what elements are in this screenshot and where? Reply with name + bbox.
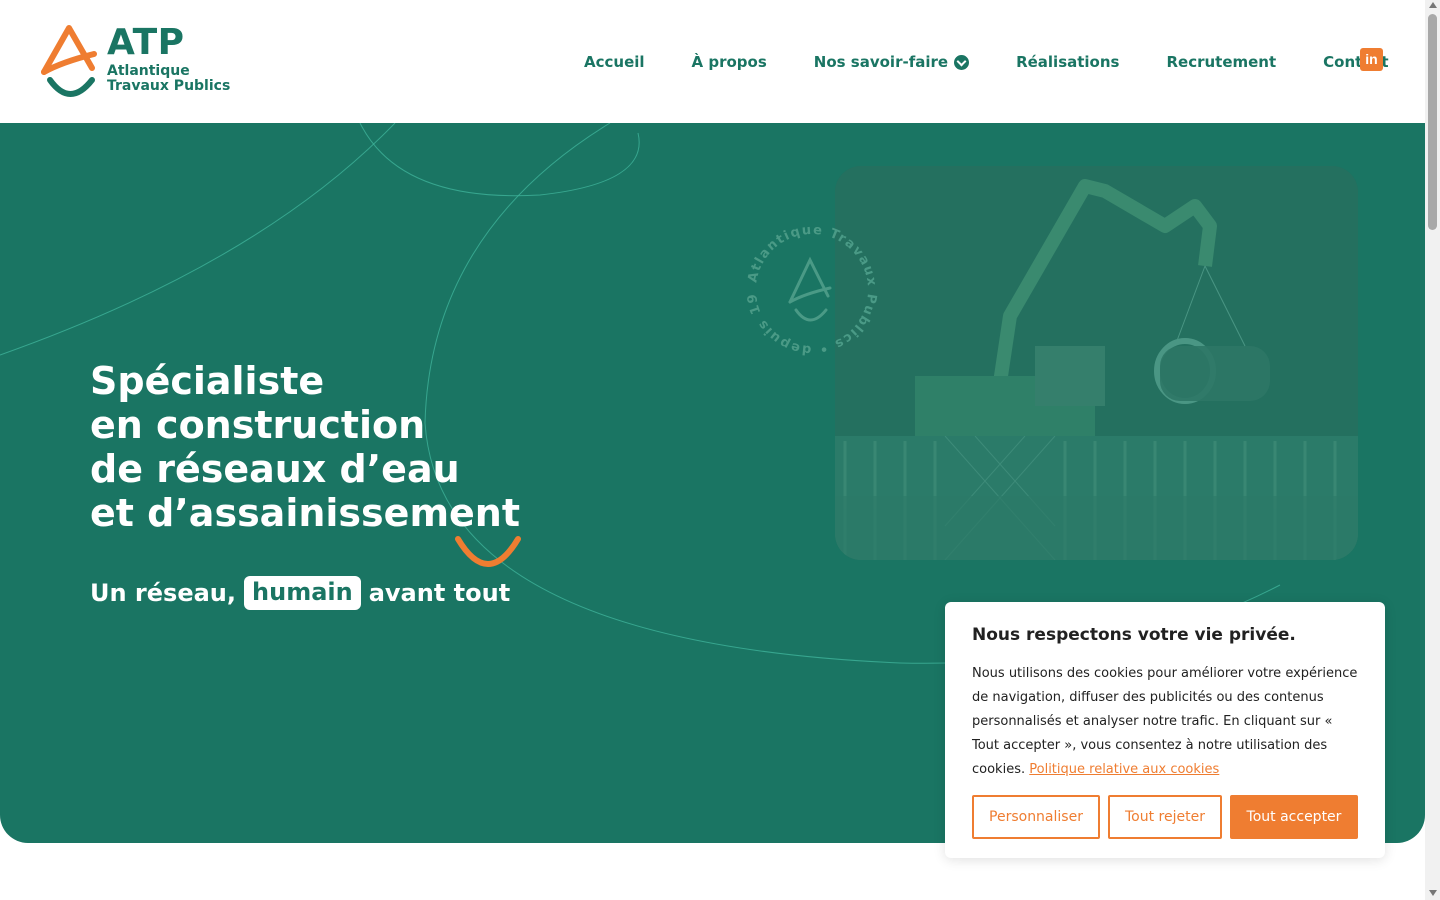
hero-title-line-3: de réseaux d’eau [90, 447, 460, 491]
hero-title-line-1: Spécialiste [90, 359, 325, 403]
hero-sub-after: avant tout [368, 579, 511, 607]
badge-text: Atlantique Travaux Publics • depuis 1980… [742, 220, 878, 357]
hero-title: Spécialiste en construction de réseaux d… [90, 359, 520, 535]
scroll-down-arrow-icon[interactable] [1429, 890, 1437, 896]
reject-all-button[interactable]: Tout rejeter [1108, 795, 1222, 839]
smile-accent-icon [455, 536, 521, 567]
nav-item-savoir-faire[interactable]: Nos savoir-faire [813, 53, 970, 71]
svg-text:Atlantique Travaux Publics • d: Atlantique Travaux Publics • depuis 1980… [742, 220, 879, 357]
cookie-body: Nous utilisons des cookies pour améliore… [972, 666, 1358, 777]
site-header: ATP Atlantique Travaux Publics Accueil À… [0, 0, 1425, 123]
nav-item-accueil[interactable]: Accueil [584, 53, 645, 71]
scroll-up-arrow-icon[interactable] [1429, 2, 1437, 8]
hero-subtitle: Un réseau, humain avant tout [90, 576, 510, 610]
hero-title-line-4: et d’assainissement [90, 491, 521, 535]
nav-item-recrutement[interactable]: Recrutement [1166, 53, 1276, 71]
hero-sub-before: Un réseau, [90, 579, 237, 607]
linkedin-icon[interactable]: in [1360, 48, 1383, 71]
hero-photo-excavator [835, 166, 1358, 560]
cookie-buttons: Personnaliser Tout rejeter Tout accepter [972, 795, 1358, 839]
main-nav: Accueil À propos Nos savoir-faire Réalis… [584, 50, 1389, 74]
chevron-down-icon [954, 54, 970, 70]
cookie-title: Nous respectons votre vie privée. [972, 625, 1296, 645]
nav-item-a-propos[interactable]: À propos [692, 53, 767, 71]
excavator-illustration [835, 166, 1358, 560]
cookie-policy-link[interactable]: Politique relative aux cookies [1029, 762, 1219, 777]
scrollbar-thumb[interactable] [1428, 14, 1437, 230]
nav-item-savoir-faire-label: Nos savoir-faire [813, 53, 949, 71]
logo-drop-icon [41, 25, 97, 97]
customize-button[interactable]: Personnaliser [972, 795, 1100, 839]
hero-sub-highlight: humain [244, 576, 361, 610]
page-scrollbar[interactable] [1425, 0, 1440, 900]
nav-item-realisations[interactable]: Réalisations [1016, 53, 1119, 71]
logo-abbreviation: ATP [107, 22, 185, 63]
site-logo[interactable]: ATP Atlantique Travaux Publics [40, 22, 240, 100]
since-1980-badge: Atlantique Travaux Publics • depuis 1980… [742, 220, 879, 357]
cookie-banner: Nous respectons votre vie privée. Nous u… [945, 602, 1385, 858]
cookie-text: Nous utilisons des cookies pour améliore… [972, 662, 1358, 782]
logo-line-2: Travaux Publics [107, 78, 231, 94]
logo-line-1: Atlantique [107, 63, 190, 79]
accept-all-button[interactable]: Tout accepter [1230, 795, 1358, 839]
hero-title-line-2: en construction [90, 403, 426, 447]
